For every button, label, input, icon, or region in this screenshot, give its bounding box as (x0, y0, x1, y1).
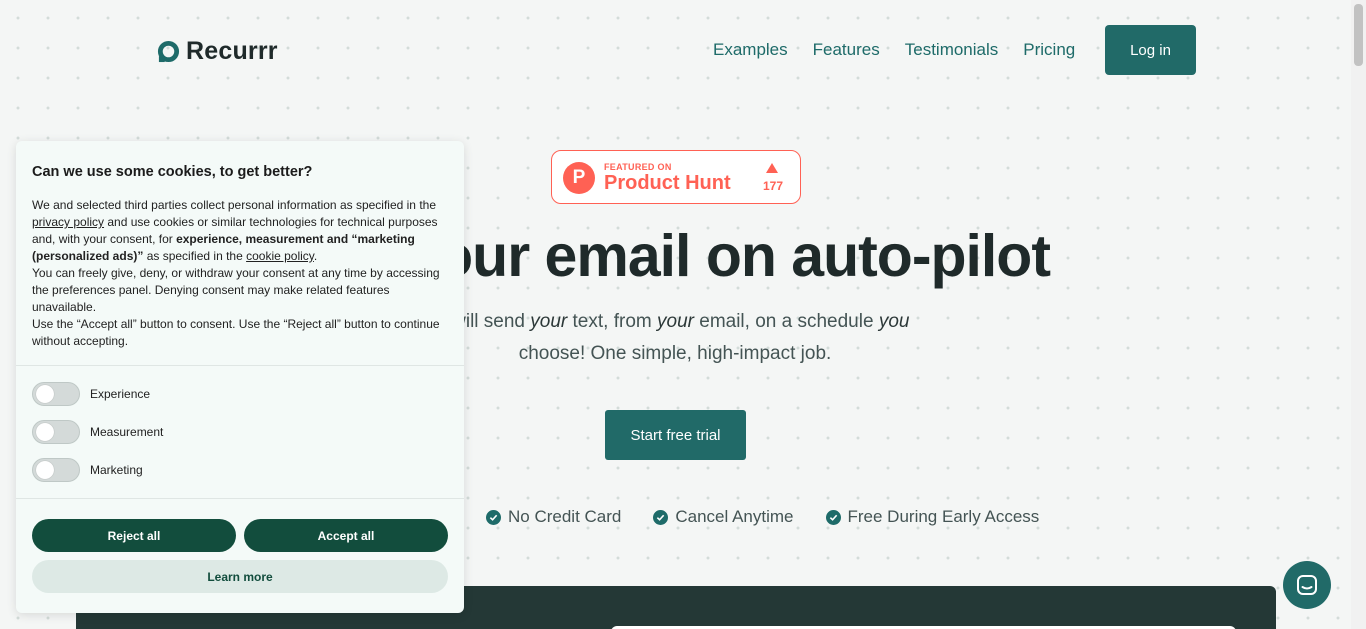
nav-pricing[interactable]: Pricing (1023, 40, 1075, 60)
toggle-switch[interactable] (32, 458, 80, 482)
cookie-text: We and selected third parties collect pe… (32, 198, 436, 212)
toggle-label: Measurement (90, 425, 164, 439)
cookie-paragraph: Use the “Accept all” button to consent. … (32, 317, 440, 348)
toggle-label: Experience (90, 387, 151, 401)
hero-sub-emphasis: your (530, 311, 568, 332)
cookie-text: as specified in the (143, 249, 247, 263)
cookie-consent-banner: Can we use some cookies, to get better? … (16, 141, 464, 613)
toggle-experience[interactable]: Experience (32, 382, 150, 406)
accept-all-button[interactable]: Accept all (244, 519, 448, 552)
privacy-policy-link[interactable]: privacy policy (32, 215, 104, 229)
toggle-knob (36, 461, 54, 479)
hero-subtitle: r will send your text, from your email, … (380, 306, 970, 370)
upvote-arrow-icon (766, 163, 778, 173)
check-circle-icon (486, 509, 501, 525)
ph-vote-count: 177 (762, 179, 784, 193)
logo-ring-icon (157, 40, 180, 63)
nav-testimonials[interactable]: Testimonials (905, 40, 999, 60)
divider (16, 498, 464, 499)
divider (16, 365, 464, 366)
start-free-trial-button[interactable]: Start free trial (605, 410, 746, 460)
hero-sub-part: email, on a schedule (693, 311, 879, 332)
perk-item: No Credit Card (486, 507, 621, 527)
cookie-policy-link[interactable]: cookie policy (246, 249, 314, 263)
main-nav: Examples Features Testimonials Pricing (713, 40, 1075, 60)
learn-more-button[interactable]: Learn more (32, 560, 448, 593)
toggle-label: Marketing (90, 463, 143, 477)
perk-item: Free During Early Access (825, 507, 1040, 527)
cookie-title: Can we use some cookies, to get better? (32, 164, 313, 180)
toggle-marketing[interactable]: Marketing (32, 458, 143, 482)
nav-features[interactable]: Features (813, 40, 880, 60)
toggle-knob (36, 385, 54, 403)
toggle-switch[interactable] (32, 382, 80, 406)
hero-sub-emphasis: you (878, 311, 910, 332)
logo-text: Recurrr (186, 37, 278, 65)
cookie-paragraph: You can freely give, deny, or withdraw y… (32, 266, 440, 314)
toggle-knob (36, 423, 54, 441)
page-scrollbar[interactable] (1351, 0, 1366, 629)
toggle-switch[interactable] (32, 420, 80, 444)
logo[interactable]: Recurrr (157, 37, 278, 66)
check-circle-icon (653, 509, 669, 525)
perk-label: Cancel Anytime (675, 507, 794, 526)
ph-featured-label: FEATURED ON (604, 162, 672, 172)
reject-all-button[interactable]: Reject all (32, 519, 236, 552)
nav-examples[interactable]: Examples (713, 40, 788, 60)
hero-sub-part: choose! One simple, high-impact job. (518, 343, 832, 364)
check-circle-icon (825, 509, 841, 525)
perk-label: Free During Early Access (847, 507, 1040, 526)
product-hunt-logo-icon: P (563, 162, 595, 194)
cookie-paragraph: We and selected third parties collect pe… (32, 197, 448, 265)
perks-list: No Credit Card Cancel Anytime Free Durin… (486, 507, 1039, 527)
chat-icon (1297, 575, 1317, 595)
toggle-measurement[interactable]: Measurement (32, 420, 163, 444)
ph-name: Product Hunt (604, 172, 731, 194)
chat-launcher-button[interactable] (1283, 561, 1331, 609)
scrollbar-thumb[interactable] (1354, 4, 1363, 66)
cookie-body: We and selected third parties collect pe… (32, 197, 448, 350)
hero-sub-part: text, from (567, 311, 657, 332)
cookie-text: . (313, 249, 318, 263)
page: Recurrr Examples Features Testimonials P… (0, 0, 1351, 629)
login-button[interactable]: Log in (1105, 25, 1196, 75)
perk-item: Cancel Anytime (653, 507, 794, 527)
hero-sub-emphasis: your (657, 311, 694, 332)
product-hunt-badge[interactable]: P FEATURED ON Product Hunt 177 (551, 150, 801, 204)
perk-label: No Credit Card (508, 507, 622, 526)
